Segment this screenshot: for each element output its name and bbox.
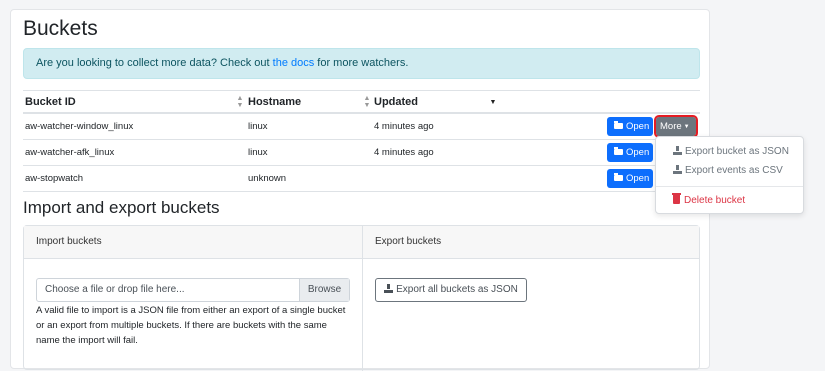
export-bucket-json-item[interactable]: Export bucket as JSON — [673, 146, 789, 157]
column-hostname[interactable]: Hostname — [248, 96, 301, 108]
table-row: aw-stopwatch unknown Open — [23, 166, 700, 192]
open-bucket-button[interactable]: Open — [607, 169, 653, 188]
docs-link[interactable]: the docs — [273, 57, 315, 69]
import-buckets-header: Import buckets — [36, 236, 102, 247]
download-icon — [384, 284, 394, 293]
export-buckets-header: Export buckets — [375, 236, 442, 247]
import-export-title: Import and export buckets — [23, 198, 220, 217]
dropdown-divider — [656, 186, 803, 187]
column-bucket-id[interactable]: Bucket ID — [25, 96, 76, 108]
hostname-cell: unknown — [248, 173, 287, 184]
bucket-id-cell: aw-watcher-afk_linux — [25, 147, 115, 158]
file-input-placeholder: Choose a file or drop file here... — [45, 284, 185, 295]
file-input[interactable]: Choose a file or drop file here... Brows… — [36, 278, 350, 302]
hostname-cell: linux — [248, 147, 268, 158]
open-bucket-button[interactable]: Open — [607, 143, 653, 162]
alert-text-suffix: for more watchers. — [314, 57, 409, 69]
folder-icon — [614, 147, 623, 155]
download-icon — [673, 146, 682, 155]
hostname-cell: linux — [248, 121, 268, 132]
alert-text-prefix: Are you looking to collect more data? Ch… — [36, 57, 273, 69]
import-help-text: A valid file to import is a JSON file fr… — [36, 305, 346, 346]
download-icon — [673, 165, 682, 174]
caret-down-icon: ▼ — [683, 124, 690, 130]
open-bucket-button[interactable]: Open — [607, 117, 653, 136]
bucket-id-cell: aw-watcher-window_linux — [25, 121, 134, 132]
folder-icon — [614, 121, 623, 129]
export-all-button[interactable]: Export all buckets as JSON — [375, 278, 527, 302]
sort-updated-icon[interactable]: ▼ — [489, 99, 497, 113]
browse-button[interactable]: Browse — [299, 279, 349, 301]
panel-divider — [362, 226, 363, 371]
table-row: aw-watcher-afk_linux linux 4 minutes ago… — [23, 140, 700, 166]
page-title: Buckets — [23, 17, 98, 40]
updated-cell: 4 minutes ago — [374, 147, 434, 158]
more-dropdown-menu: Export bucket as JSON Export events as C… — [655, 136, 804, 214]
column-updated[interactable]: Updated — [374, 96, 418, 108]
folder-icon — [614, 173, 623, 181]
more-button[interactable]: More ▼ — [654, 115, 698, 138]
import-export-panel: Import buckets Export buckets Choose a f… — [23, 225, 700, 371]
sort-hostname-icon[interactable]: ▲ ▼ — [363, 95, 371, 109]
delete-bucket-item[interactable]: Delete bucket — [672, 193, 745, 206]
buckets-card: Buckets Are you looking to collect more … — [10, 9, 710, 371]
table-header: Bucket ID ▲ ▼ Hostname ▲ ▼ Updated ▼ — [23, 90, 700, 114]
info-alert: Are you looking to collect more data? Ch… — [23, 48, 700, 79]
sort-bucket-id-icon[interactable]: ▲ ▼ — [236, 95, 244, 109]
export-events-csv-item[interactable]: Export events as CSV — [673, 165, 783, 176]
bucket-id-cell: aw-stopwatch — [25, 173, 84, 184]
table-row: aw-watcher-window_linux linux 4 minutes … — [23, 114, 700, 140]
trash-icon — [672, 193, 681, 204]
updated-cell: 4 minutes ago — [374, 121, 434, 132]
